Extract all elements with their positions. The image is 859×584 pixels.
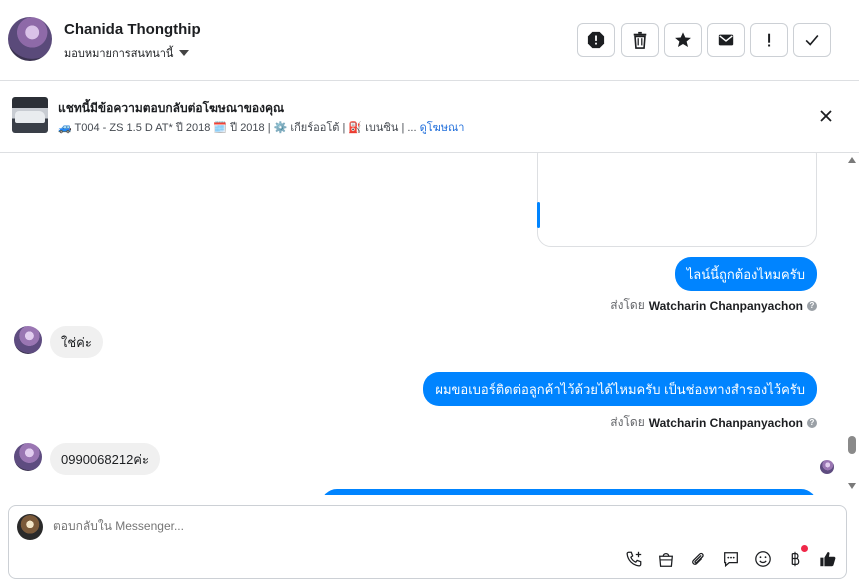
delete-button[interactable] [621, 23, 659, 57]
ad-banner-title: แชทนี้มีข้อความตอบกลับต่อโฆษณาของคุณ [58, 101, 285, 115]
sender-name: Watcharin Chanpanyachon [648, 415, 803, 430]
call-button[interactable] [623, 548, 645, 570]
mark-unread-button[interactable] [707, 23, 745, 57]
alert-icon [587, 31, 605, 49]
thread-scrollbar[interactable] [845, 153, 859, 495]
exclamation-icon [768, 33, 771, 47]
check-icon [805, 34, 819, 46]
assign-conversation-dropdown[interactable]: มอบหมายการสนทนานี้ [64, 44, 190, 62]
trash-icon [633, 31, 647, 49]
message-bubble-incoming[interactable]: ใช่ค่ะ [50, 326, 103, 358]
scroll-down-arrow-icon[interactable] [848, 483, 856, 489]
follow-up-button[interactable] [664, 23, 702, 57]
ad-banner-subtitle: 🚙 T004 - ZS 1.5 D AT* ปี 2018 🗓️ ปี 2018… [58, 118, 464, 136]
mail-icon [718, 34, 734, 46]
message-bubble-outgoing[interactable]: ไลน์นี้ถูกต้องไหมครับ [674, 257, 817, 291]
help-icon[interactable]: ? [807, 417, 817, 428]
close-banner-button[interactable] [816, 106, 836, 126]
attach-button[interactable] [687, 548, 709, 570]
spam-button[interactable] [577, 23, 615, 57]
message-bubble-outgoing-partial[interactable] [321, 489, 817, 495]
important-button[interactable] [750, 23, 788, 57]
message-bubble-outgoing[interactable]: ผมขอเบอร์ติดต่อลูกค้าไว้ด้วยได้ไหมครับ เ… [423, 372, 817, 406]
sent-by-prefix: ส่งโดย [610, 298, 645, 312]
smiley-icon [755, 551, 771, 567]
shop-button[interactable] [655, 548, 677, 570]
paperclip-icon [692, 552, 704, 565]
contact-avatar[interactable] [8, 17, 52, 61]
done-button[interactable] [793, 23, 831, 57]
scrollbar-thumb[interactable] [848, 436, 856, 454]
sent-by-label: ส่งโดย Watcharin Chanpanyachon ? [610, 413, 817, 432]
contact-avatar-small[interactable] [14, 326, 42, 354]
caret-down-icon [179, 50, 190, 56]
contact-name[interactable]: Chanida Thongthip [64, 21, 201, 38]
ad-description: 🚙 T004 - ZS 1.5 D AT* ปี 2018 🗓️ ปี 2018… [58, 122, 417, 134]
help-icon[interactable]: ? [807, 300, 817, 311]
sender-name: Watcharin Chanpanyachon [648, 298, 803, 313]
page-avatar [17, 514, 43, 540]
conversation-header: Chanida Thongthip มอบหมายการสนทนานี้ [0, 0, 859, 81]
message-thread[interactable]: ไลน์นี้ถูกต้องไหมครับ ส่งโดย Watcharin C… [0, 153, 845, 495]
phone-icon [626, 551, 642, 567]
scroll-up-arrow-icon[interactable] [848, 157, 856, 163]
shopping-bag-icon [659, 552, 673, 567]
ad-reply-banner: แชทนี้มีข้อความตอบกลับต่อโฆษณาของคุณ 🚙 T… [0, 81, 859, 153]
assign-label: มอบหมายการสนทนานี้ [64, 48, 174, 60]
view-ad-link[interactable]: ดูโฆษณา [420, 122, 465, 134]
contact-avatar-small[interactable] [14, 443, 42, 471]
notification-dot [801, 545, 808, 552]
reply-input[interactable] [53, 519, 553, 533]
message-bubble-incoming[interactable]: 0990068212ค่ะ [50, 443, 160, 475]
baht-icon [791, 551, 800, 567]
like-button[interactable] [817, 548, 839, 570]
sent-by-prefix: ส่งโดย [610, 415, 645, 429]
close-icon [820, 110, 832, 122]
chat-bubble-icon [724, 552, 738, 568]
saved-replies-button[interactable] [720, 548, 742, 570]
reply-composer [8, 505, 847, 579]
shared-card-bubble[interactable] [537, 153, 817, 247]
emoji-button[interactable] [752, 548, 774, 570]
thumbs-up-icon [820, 552, 836, 567]
seen-receipt-avatar [820, 460, 834, 474]
sent-by-label: ส่งโดย Watcharin Chanpanyachon ? [610, 296, 817, 315]
star-icon [675, 32, 691, 48]
ad-thumbnail[interactable] [12, 97, 48, 133]
